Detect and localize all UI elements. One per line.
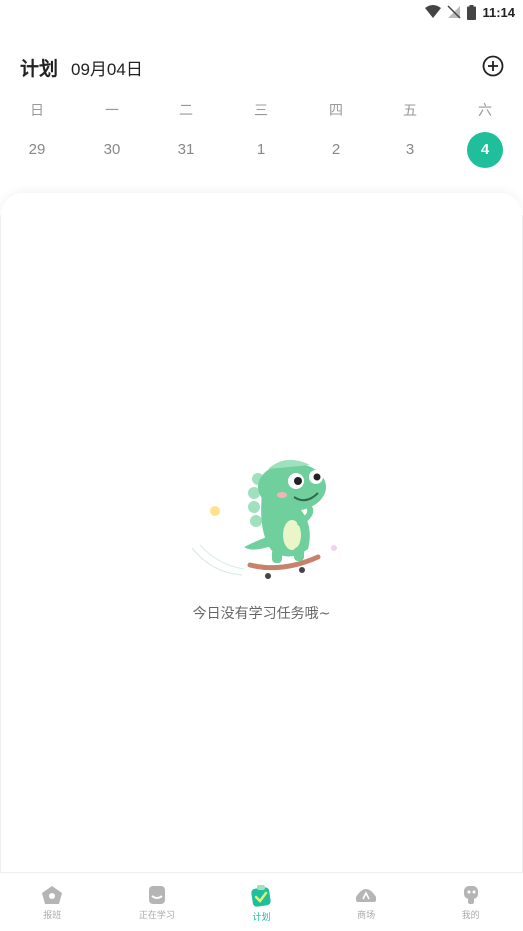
- wifi-icon: [425, 5, 442, 19]
- page-header: 计划 09月04日: [20, 52, 505, 82]
- day-row: 29 30 31 1 2 3 4: [0, 132, 523, 168]
- nav-label: 商场: [357, 911, 376, 921]
- nav-label: 我的: [461, 911, 480, 921]
- plan-icon: [251, 885, 272, 907]
- weekday-label: 五: [403, 103, 417, 119]
- day-cell[interactable]: 31: [166, 132, 206, 168]
- status-time: 11:14: [482, 4, 515, 20]
- weekday-row: 日 一 二 三 四 五 六: [0, 96, 523, 124]
- nav-item-store[interactable]: 商场: [314, 873, 419, 931]
- weekday-label: 六: [478, 103, 492, 119]
- nav-item-baoban[interactable]: 报班: [0, 873, 105, 931]
- weekday-label: 四: [329, 103, 343, 119]
- battery-icon: [467, 4, 477, 20]
- empty-state-message: 今日没有学习任务哦~: [192, 606, 331, 622]
- dinosaur-skateboard-illustration: [191, 459, 337, 579]
- day-cell-selected[interactable]: 4: [467, 132, 503, 168]
- day-cell[interactable]: 2: [316, 132, 356, 168]
- plus-circle-icon: [482, 55, 504, 77]
- day-cell[interactable]: 29: [17, 132, 57, 168]
- weekday-label: 日: [30, 103, 44, 119]
- bottom-navigation: 报班 正在学习 计划 商场 我的: [0, 872, 523, 931]
- nav-item-profile[interactable]: 我的: [418, 873, 523, 931]
- book-icon: [148, 886, 165, 904]
- day-cell[interactable]: 3: [390, 132, 430, 168]
- empty-state: 今日没有学习任务哦~: [1, 453, 522, 623]
- nav-item-learning[interactable]: 正在学习: [105, 873, 210, 931]
- nav-label: 计划: [252, 913, 271, 923]
- current-date: 09月04日: [71, 59, 143, 79]
- add-plan-button[interactable]: [481, 54, 505, 78]
- weekday-label: 一: [105, 103, 119, 119]
- no-signal-icon: [447, 5, 461, 19]
- weekday-label: 二: [179, 103, 193, 119]
- day-cell[interactable]: 30: [92, 132, 132, 168]
- plan-content-card: 今日没有学习任务哦~: [1, 193, 522, 883]
- home-icon: [42, 886, 63, 904]
- store-icon: [356, 889, 377, 902]
- nav-item-plan[interactable]: 计划: [209, 873, 314, 931]
- status-bar: 11:14: [0, 0, 523, 24]
- weekday-label: 三: [254, 103, 268, 119]
- nav-label: 正在学习: [138, 911, 175, 921]
- day-cell[interactable]: 1: [241, 132, 281, 168]
- profile-icon: [463, 886, 478, 904]
- week-calendar: 日 一 二 三 四 五 六 29 30 31 1 2 3 4: [0, 96, 523, 168]
- page-title: 计划: [20, 57, 59, 80]
- nav-label: 报班: [43, 911, 62, 921]
